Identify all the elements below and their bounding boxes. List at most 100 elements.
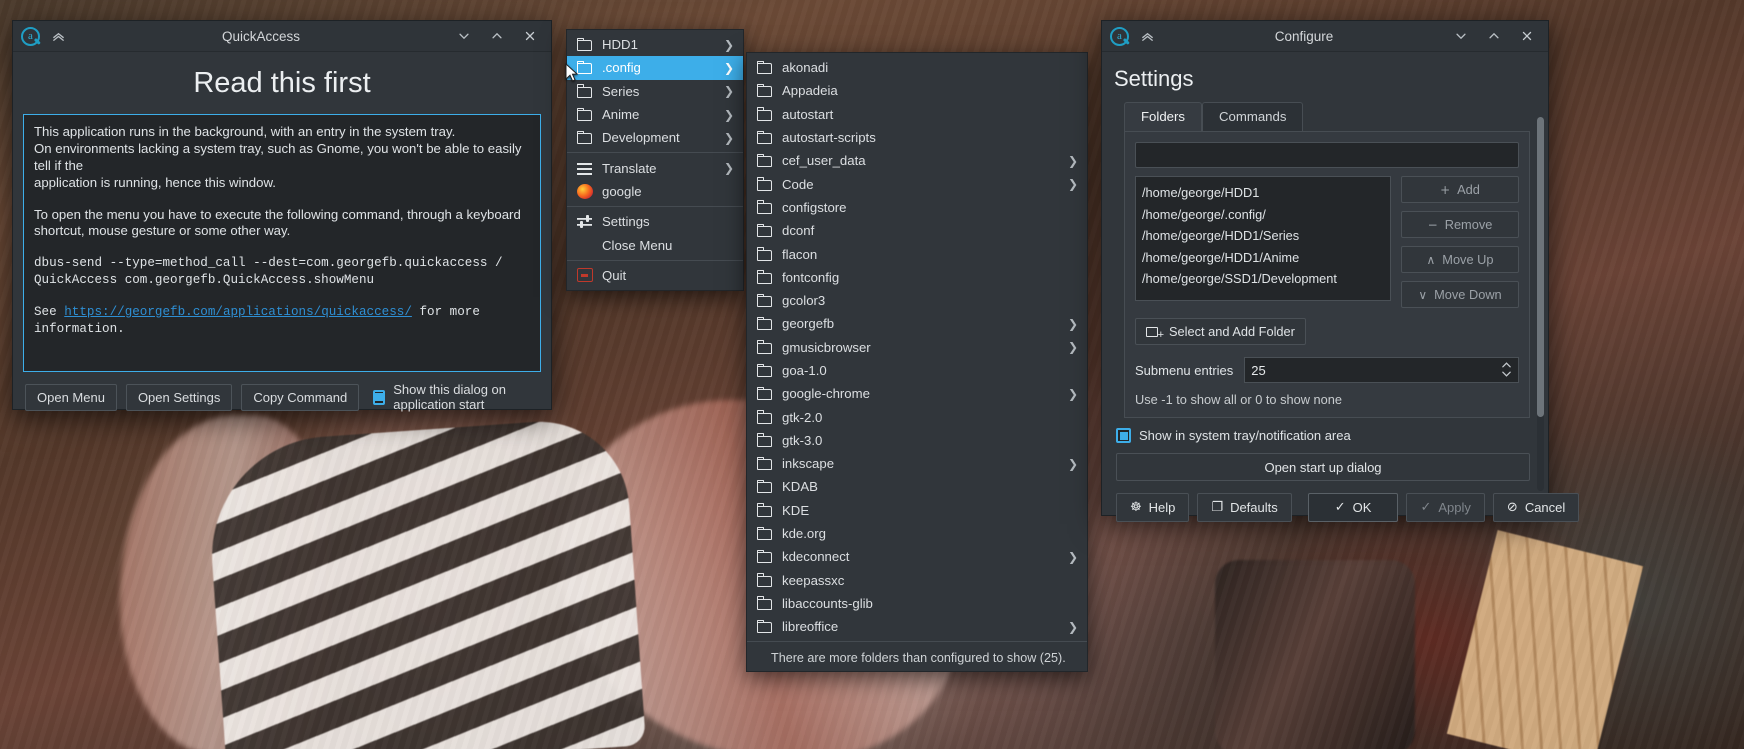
menu-item-quit[interactable]: Quit xyxy=(567,264,743,287)
folder-path-input[interactable] xyxy=(1135,142,1519,168)
submenu-item-libaccounts-glib[interactable]: libaccounts-glib xyxy=(747,592,1087,615)
submenu-item-label: gcolor3 xyxy=(782,293,826,309)
config-submenu: akonadi Appadeia autostart autostart-script… xyxy=(746,52,1088,673)
submenu-item-georgefb[interactable]: georgefb ❯ xyxy=(747,312,1087,335)
info-line-3: application is running, hence this windo… xyxy=(34,174,276,190)
cancel-label: Cancel xyxy=(1524,500,1566,515)
submenu-item-label: Appadeia xyxy=(782,83,838,99)
submenu-entries-stepper[interactable]: 25 xyxy=(1244,357,1519,383)
list-item[interactable]: /home/george/.config/ xyxy=(1142,204,1384,226)
folder-icon xyxy=(757,130,773,145)
show-dialog-checkbox[interactable] xyxy=(373,389,386,405)
menu-item-close-menu[interactable]: Close Menu xyxy=(567,233,743,256)
submenu-item-appadeia[interactable]: Appadeia xyxy=(747,79,1087,102)
submenu-item-goa-1-0[interactable]: goa-1.0 xyxy=(747,359,1087,382)
documentation-link[interactable]: https://georgefb.com/applications/quicka… xyxy=(64,305,412,319)
remove-folder-button[interactable]: − Remove xyxy=(1401,211,1519,238)
submenu-item-label: kde.org xyxy=(782,526,826,542)
move-up-button[interactable]: ∧ Move Up xyxy=(1401,246,1519,273)
submenu-item-google-chrome[interactable]: google-chrome ❯ xyxy=(747,382,1087,405)
menu-separator xyxy=(567,206,743,208)
show-dialog-checkbox-row[interactable]: Show this dialog on application start xyxy=(373,382,541,412)
submenu-item-akonadi[interactable]: akonadi xyxy=(747,56,1087,79)
tab-commands[interactable]: Commands xyxy=(1201,102,1304,131)
list-item[interactable]: /home/george/HDD1/Series xyxy=(1142,225,1384,247)
submenu-item-code[interactable]: Code ❯ xyxy=(747,172,1087,195)
folder-list[interactable]: /home/george/HDD1 /home/george/.config/ … xyxy=(1135,176,1391,301)
submenu-item-inkscape[interactable]: inkscape ❯ xyxy=(747,452,1087,475)
submenu-item-label: cef_user_data xyxy=(782,153,866,169)
list-item[interactable]: /home/george/HDD1/Anime xyxy=(1142,247,1384,269)
submenu-item-kde[interactable]: KDE xyxy=(747,499,1087,522)
configure-scrollbar[interactable] xyxy=(1537,117,1544,491)
copy-command-button[interactable]: Copy Command xyxy=(241,383,360,411)
collapse-up-icon[interactable] xyxy=(49,27,67,45)
submenu-item-gtk-2-0[interactable]: gtk-2.0 xyxy=(747,405,1087,428)
open-settings-button[interactable]: Open Settings xyxy=(125,383,233,411)
submenu-item-label: KDE xyxy=(782,502,810,518)
help-button[interactable]: ☸ Help xyxy=(1116,493,1190,522)
menu-item-google[interactable]: google xyxy=(567,180,743,203)
select-and-add-folder-button[interactable]: Select and Add Folder xyxy=(1135,318,1306,345)
maximize-icon[interactable] xyxy=(488,27,506,45)
menu-item-settings[interactable]: Settings xyxy=(567,210,743,233)
quickaccess-titlebar[interactable]: a QuickAccess xyxy=(13,21,551,52)
collapse-up-icon[interactable] xyxy=(1138,27,1156,45)
submenu-item-keepassxc[interactable]: keepassxc xyxy=(747,569,1087,592)
submenu-item-autostart[interactable]: autostart xyxy=(747,103,1087,126)
stepper-arrows[interactable] xyxy=(1501,361,1512,378)
close-icon[interactable] xyxy=(521,27,539,45)
chevron-right-icon: ❯ xyxy=(723,130,734,145)
menu-item-config[interactable]: .config ❯ xyxy=(567,56,743,80)
menu-item-label: Development xyxy=(602,130,680,146)
menu-item-translate[interactable]: Translate ❯ xyxy=(567,156,743,179)
submenu-item-libreoffice[interactable]: libreoffice ❯ xyxy=(747,615,1087,638)
submenu-item-fontconfig[interactable]: fontconfig xyxy=(747,266,1087,289)
tray-checkbox-row[interactable]: Show in system tray/notification area xyxy=(1116,428,1548,443)
list-item[interactable]: /home/george/SSD1/Development xyxy=(1142,268,1384,290)
configure-window: a Configure Settings Folders Commands /h… xyxy=(1101,20,1580,522)
menu-item-series[interactable]: Series ❯ xyxy=(567,80,743,103)
submenu-item-dconf[interactable]: dconf xyxy=(747,219,1087,242)
submenu-item-gcolor3[interactable]: gcolor3 xyxy=(747,289,1087,312)
submenu-item-kde-org[interactable]: kde.org xyxy=(747,522,1087,545)
defaults-button[interactable]: ❐ Defaults xyxy=(1197,493,1292,522)
ok-button[interactable]: ✓ OK xyxy=(1307,493,1399,522)
cancel-button[interactable]: ⊘ Cancel xyxy=(1492,493,1580,522)
list-item[interactable]: /home/george/HDD1 xyxy=(1142,182,1384,204)
configure-window-title: Configure xyxy=(1274,28,1334,44)
see-prefix: See xyxy=(34,304,65,319)
submenu-item-kdab[interactable]: KDAB xyxy=(747,475,1087,498)
submenu-item-label: akonadi xyxy=(782,60,829,76)
chevron-down-icon: ∨ xyxy=(1418,287,1428,302)
menu-item-development[interactable]: Development ❯ xyxy=(567,126,743,149)
submenu-item-configstore[interactable]: configstore xyxy=(747,196,1087,219)
submenu-item-gmusicbrowser[interactable]: gmusicbrowser ❯ xyxy=(747,336,1087,359)
open-menu-button[interactable]: Open Menu xyxy=(25,383,117,411)
maximize-icon[interactable] xyxy=(1485,27,1503,45)
folder-icon xyxy=(757,479,773,494)
submenu-item-autostart-scripts[interactable]: autostart-scripts xyxy=(747,126,1087,149)
submenu-item-flacon[interactable]: flacon xyxy=(747,242,1087,265)
minimize-icon[interactable] xyxy=(455,27,473,45)
quickaccess-info-text[interactable]: This application runs in the background,… xyxy=(23,114,541,372)
chevron-right-icon: ❯ xyxy=(723,37,734,52)
menu-separator xyxy=(567,152,743,154)
open-startup-dialog-button[interactable]: Open start up dialog xyxy=(1116,453,1530,481)
check-icon: ✓ xyxy=(1420,500,1432,515)
minimize-icon[interactable] xyxy=(1452,27,1470,45)
submenu-item-kdeconnect[interactable]: kdeconnect ❯ xyxy=(747,545,1087,568)
close-icon[interactable] xyxy=(1518,27,1536,45)
configure-footer: ☸ Help ❐ Defaults ✓ OK ✓ Apply ⊘ Cancel xyxy=(1116,493,1580,522)
submenu-item-cef-user-data[interactable]: cef_user_data ❯ xyxy=(747,149,1087,172)
tab-folders[interactable]: Folders xyxy=(1124,102,1202,131)
menu-item-hdd1[interactable]: HDD1 ❯ xyxy=(567,33,743,56)
menu-item-anime[interactable]: Anime ❯ xyxy=(567,103,743,126)
move-down-button[interactable]: ∨ Move Down xyxy=(1401,281,1519,308)
tray-checkbox[interactable] xyxy=(1116,428,1131,443)
submenu-item-gtk-3-0[interactable]: gtk-3.0 xyxy=(747,429,1087,452)
add-folder-button[interactable]: + Add xyxy=(1401,176,1519,203)
configure-titlebar[interactable]: a Configure xyxy=(1102,21,1548,52)
folder-icon xyxy=(757,83,773,98)
quickaccess-logo-icon: a xyxy=(21,26,40,46)
